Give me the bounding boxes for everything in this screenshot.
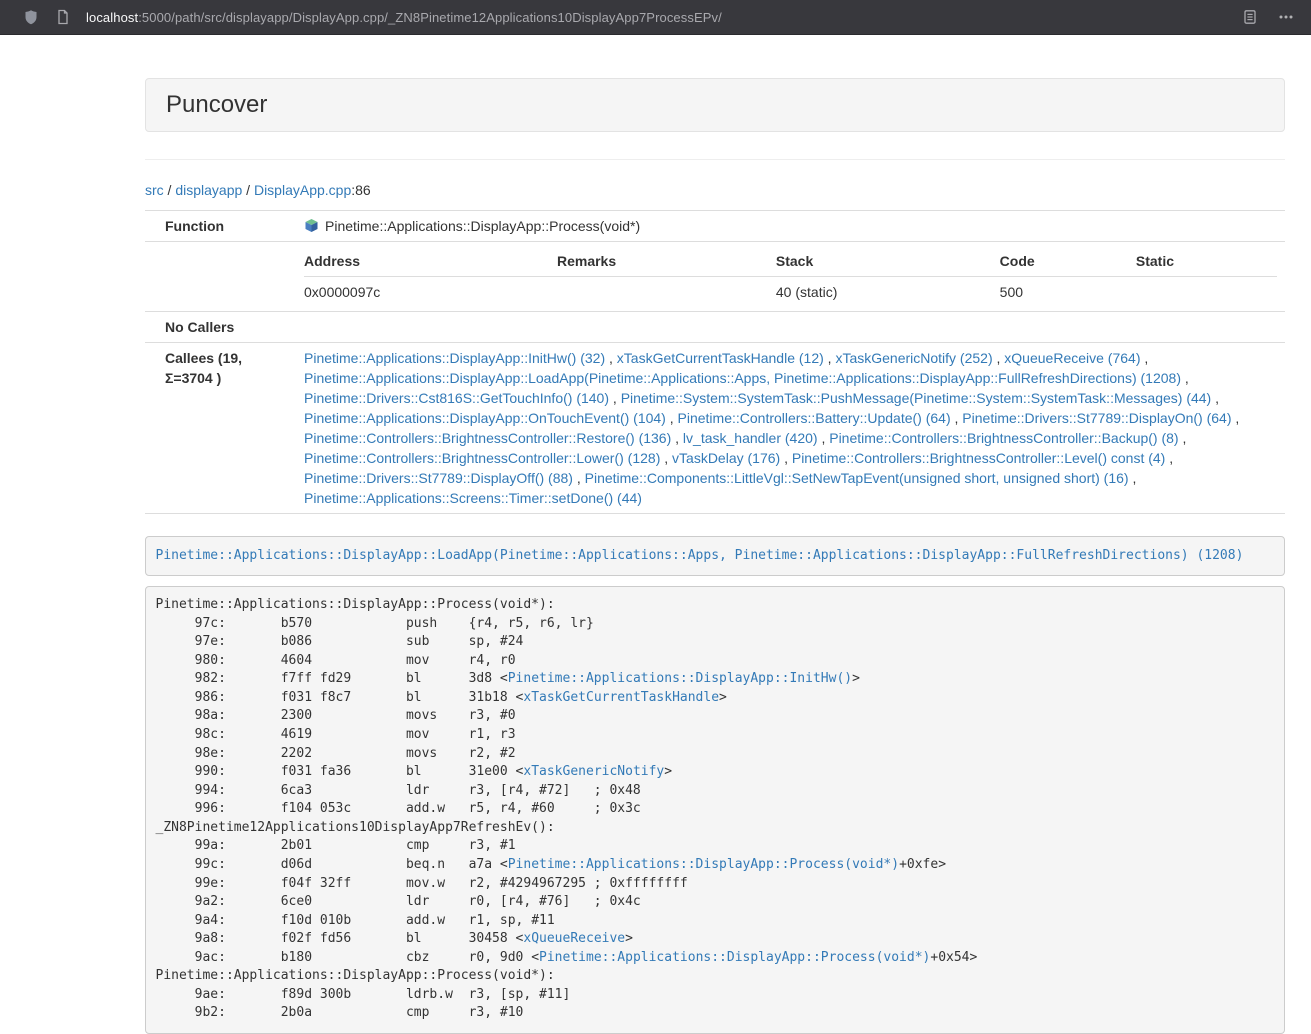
callee-link[interactable]: xTaskGenericNotify (252)	[835, 350, 992, 366]
url-host: localhost	[86, 10, 138, 25]
page-title: Puncover	[166, 92, 1264, 118]
loadapp-symbol-box: Pinetime::Applications::DisplayApp::Load…	[145, 536, 1285, 576]
callee-link[interactable]: Pinetime::Controllers::Battery::Update()…	[678, 410, 951, 426]
callee-link[interactable]: Pinetime::Controllers::BrightnessControl…	[304, 450, 660, 466]
table-row-metrics: Address Remarks Stack Code Static 0x0000…	[145, 242, 1285, 312]
divider	[145, 159, 1285, 160]
function-name: Pinetime::Applications::DisplayApp::Proc…	[325, 218, 640, 234]
code-symbol-link[interactable]: xTaskGenericNotify	[523, 764, 664, 779]
metrics-value-row: 0x0000097c 40 (static) 500	[304, 277, 1277, 307]
remarks-value	[557, 277, 776, 307]
function-row-label: Function	[145, 211, 296, 242]
col-header-code: Code	[1000, 247, 1136, 277]
callee-link[interactable]: xTaskGetCurrentTaskHandle (12)	[617, 350, 824, 366]
code-symbol-link[interactable]: Pinetime::Applications::DisplayApp::Init…	[508, 671, 852, 686]
callee-link[interactable]: Pinetime::Controllers::BrightnessControl…	[792, 450, 1165, 466]
callees-list: Pinetime::Applications::DisplayApp::Init…	[304, 348, 1277, 508]
metrics-cell: Address Remarks Stack Code Static 0x0000…	[296, 242, 1285, 312]
stack-value: 40 (static)	[776, 277, 1000, 307]
table-row-callees: Callees (19, Σ=3704 ) Pinetime::Applicat…	[145, 343, 1285, 514]
metrics-table: Address Remarks Stack Code Static 0x0000…	[304, 247, 1277, 306]
code-symbol-link[interactable]: xTaskGetCurrentTaskHandle	[523, 690, 719, 705]
callee-link[interactable]: Pinetime::Components::LittleVgl::SetNewT…	[585, 470, 1129, 486]
shield-icon[interactable]	[22, 8, 40, 26]
breadcrumb-line-number: :86	[351, 182, 370, 198]
col-header-stack: Stack	[776, 247, 1000, 277]
breadcrumb-separator: /	[164, 182, 176, 198]
callee-link[interactable]: Pinetime::Controllers::BrightnessControl…	[304, 430, 671, 446]
page-header-panel: Puncover	[145, 78, 1285, 132]
static-value	[1136, 277, 1277, 307]
overflow-menu-icon[interactable]	[1277, 8, 1295, 26]
callees-cell: Pinetime::Applications::DisplayApp::Init…	[296, 343, 1285, 514]
breadcrumb: src / displayapp / DisplayApp.cpp:86	[145, 180, 1285, 200]
metrics-header-row: Address Remarks Stack Code Static	[304, 247, 1277, 277]
callee-link[interactable]: Pinetime::Drivers::Cst816S::GetTouchInfo…	[304, 390, 609, 406]
callee-link[interactable]: lv_task_handler (420)	[683, 430, 818, 446]
callee-link[interactable]: Pinetime::Controllers::BrightnessControl…	[829, 430, 1178, 446]
page-info-icon[interactable]	[54, 8, 72, 26]
code-symbol-link[interactable]: Pinetime::Applications::DisplayApp::Proc…	[508, 857, 899, 872]
col-header-address: Address	[304, 247, 557, 277]
col-header-static: Static	[1136, 247, 1277, 277]
breadcrumb-link-displayapp-cpp[interactable]: DisplayApp.cpp	[254, 182, 351, 198]
callers-cell	[296, 312, 1285, 343]
callees-label: Callees (19, Σ=3704 )	[145, 343, 296, 514]
col-header-remarks: Remarks	[557, 247, 776, 277]
url-bar[interactable]: localhost:5000/path/src/displayapp/Displ…	[86, 10, 1227, 25]
callee-link[interactable]: Pinetime::Applications::Screens::Timer::…	[304, 490, 642, 506]
main-content: Puncover src / displayapp / DisplayApp.c…	[145, 78, 1285, 1034]
loadapp-symbol-link[interactable]: Pinetime::Applications::DisplayApp::Load…	[156, 548, 1244, 563]
no-callers-label: No Callers	[145, 312, 296, 343]
breadcrumb-link-src[interactable]: src	[145, 182, 164, 198]
breadcrumb-link-displayapp[interactable]: displayapp	[175, 182, 242, 198]
callee-link[interactable]: vTaskDelay (176)	[672, 450, 780, 466]
address-value: 0x0000097c	[304, 277, 557, 307]
metrics-row-label	[145, 242, 296, 312]
function-cube-icon	[304, 218, 319, 233]
browser-toolbar: localhost:5000/path/src/displayapp/Displ…	[0, 0, 1311, 35]
code-symbol-link[interactable]: Pinetime::Applications::DisplayApp::Proc…	[539, 950, 930, 965]
callee-link[interactable]: Pinetime::System::SystemTask::PushMessag…	[621, 390, 1212, 406]
table-row-function: Function Pinetime::Applications::Display…	[145, 211, 1285, 242]
callee-link[interactable]: Pinetime::Applications::DisplayApp::Load…	[304, 370, 1181, 386]
reader-mode-icon[interactable]	[1241, 8, 1259, 26]
table-row-callers: No Callers	[145, 312, 1285, 343]
callee-link[interactable]: Pinetime::Drivers::St7789::DisplayOff() …	[304, 470, 573, 486]
code-value: 500	[1000, 277, 1136, 307]
callee-link[interactable]: Pinetime::Applications::DisplayApp::Init…	[304, 350, 605, 366]
url-path: :5000/path/src/displayapp/DisplayApp.cpp…	[138, 10, 722, 25]
assembly-code-block: Pinetime::Applications::DisplayApp::Proc…	[145, 586, 1285, 1034]
callee-link[interactable]: Pinetime::Applications::DisplayApp::OnTo…	[304, 410, 666, 426]
callee-link[interactable]: xQueueReceive (764)	[1004, 350, 1140, 366]
toolbar-right-cluster	[1241, 8, 1299, 26]
function-name-cell: Pinetime::Applications::DisplayApp::Proc…	[296, 211, 1285, 242]
function-info-table: Function Pinetime::Applications::Display…	[145, 210, 1285, 514]
breadcrumb-separator: /	[242, 182, 254, 198]
callee-link[interactable]: Pinetime::Drivers::St7789::DisplayOn() (…	[962, 410, 1231, 426]
code-symbol-link[interactable]: xQueueReceive	[523, 931, 625, 946]
